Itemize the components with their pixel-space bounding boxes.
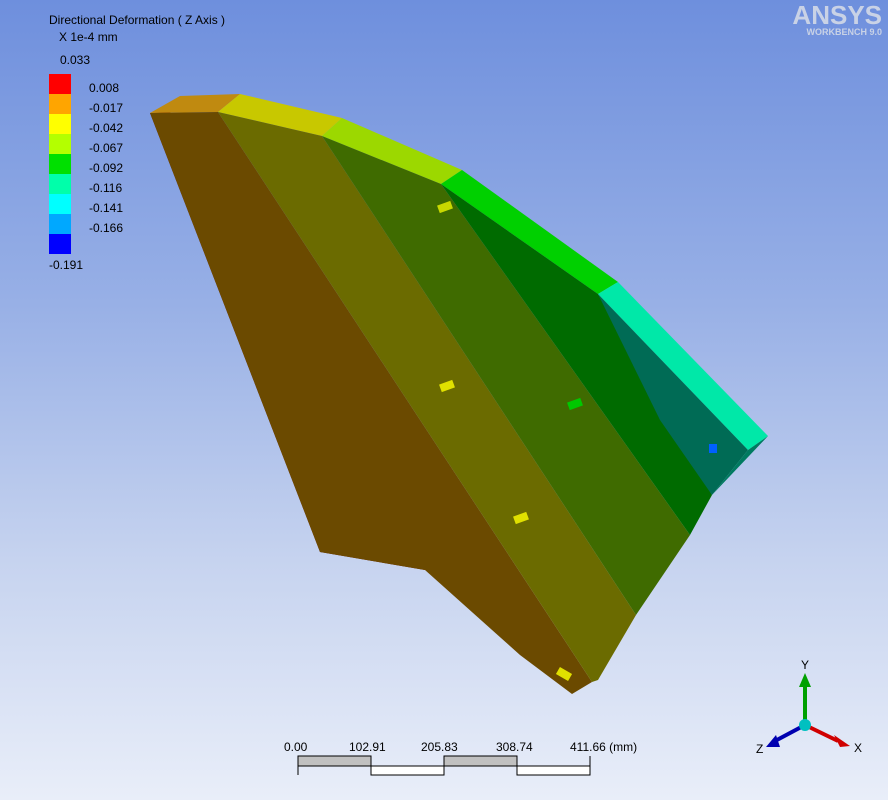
z-arrow-icon bbox=[766, 735, 780, 747]
y-axis-label: Y bbox=[801, 658, 809, 672]
coordinate-triad[interactable]: Y X Z bbox=[750, 655, 870, 765]
scale-bar: 0.00 102.91 205.83 308.74 411.66 (mm) bbox=[282, 740, 662, 780]
z-axis-label: Z bbox=[756, 742, 763, 756]
y-arrow-icon bbox=[799, 673, 811, 687]
x-axis-label: X bbox=[854, 741, 862, 755]
scale-bar-graphic bbox=[297, 755, 591, 776]
marker bbox=[709, 444, 717, 453]
origin-icon bbox=[799, 719, 811, 731]
